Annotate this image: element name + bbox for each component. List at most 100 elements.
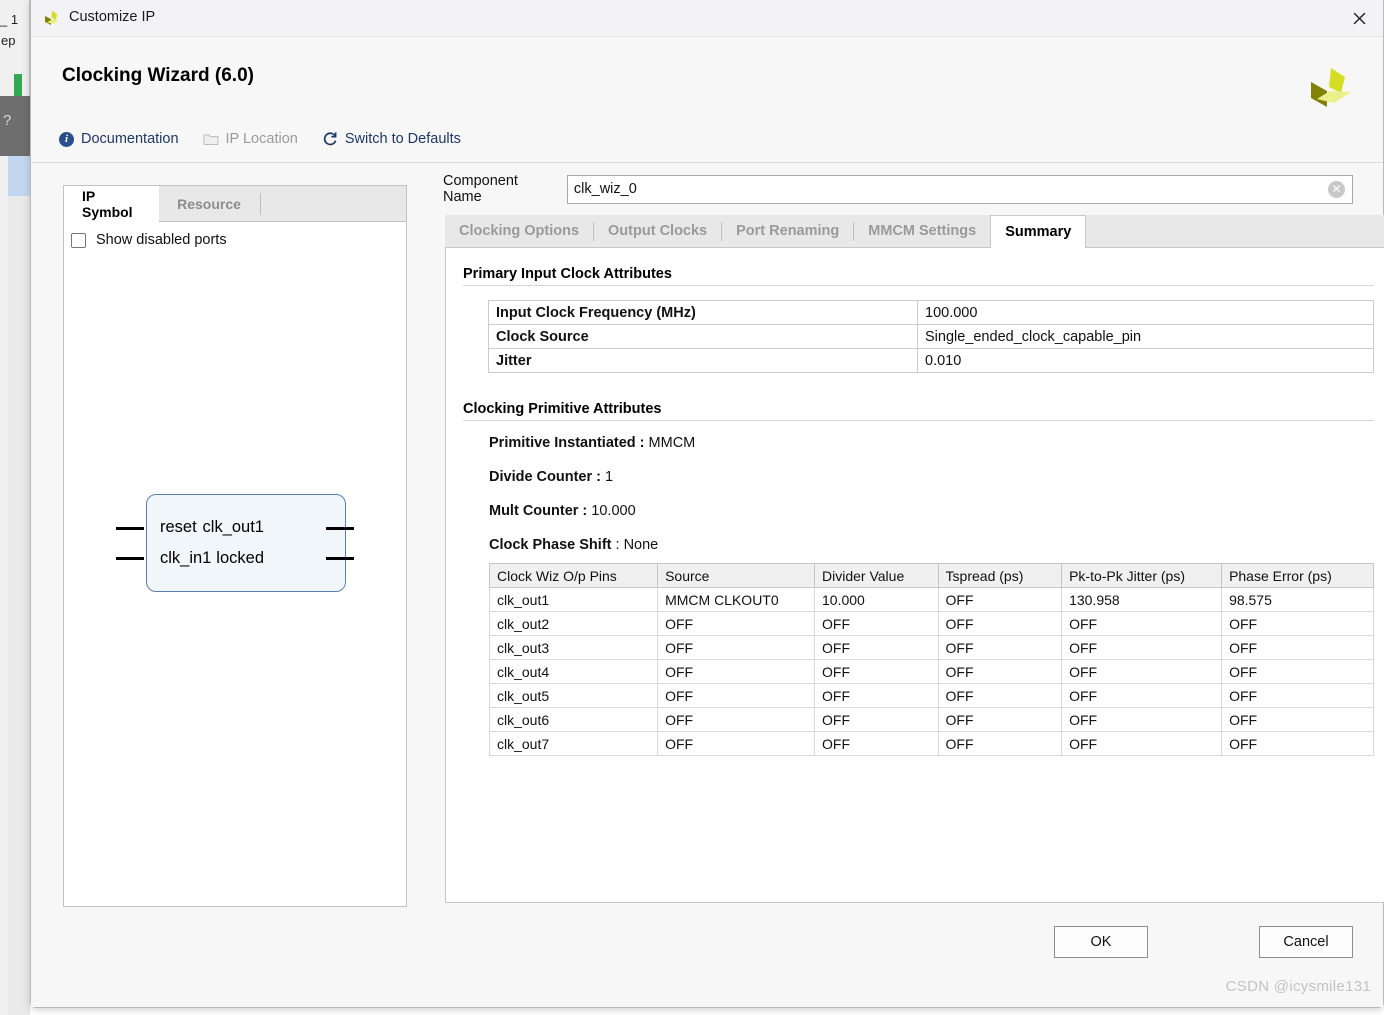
primary-input-clock-title: Primary Input Clock Attributes [463, 266, 672, 282]
summary-content: Primary Input Clock Attributes Input Clo… [445, 248, 1384, 903]
port-label-locked: locked [216, 549, 264, 567]
table-row: clk_out2 OFF OFF OFF OFF OFF [488, 611, 1374, 636]
show-disabled-ports-checkbox[interactable]: Show disabled ports [71, 232, 227, 248]
cell: OFF [814, 659, 939, 684]
documentation-label: Documentation [81, 131, 179, 147]
cell: clk_out4 [488, 659, 659, 684]
kv-value: MMCM [648, 435, 696, 451]
cell: OFF [1061, 635, 1223, 660]
tab-output-clocks[interactable]: Output Clocks [594, 215, 721, 247]
row-value: 100.000 [917, 300, 1374, 325]
ip-symbol-tabbar: IP Symbol Resource [64, 186, 406, 222]
kv-key: Clock Phase Shift [489, 537, 612, 553]
cell: OFF [657, 635, 816, 660]
cell: clk_out2 [488, 611, 659, 636]
col-header-clock-wiz-op-pins: Clock Wiz O/p Pins [488, 563, 659, 588]
pin-clk-out1-wire [326, 527, 354, 530]
section-divider [463, 285, 1374, 286]
background-green-indicator [14, 74, 22, 96]
cell: clk_out7 [488, 731, 659, 756]
row-key: Clock Source [488, 324, 918, 349]
dialog-footer: OK Cancel CSDN @icysmile131 [31, 907, 1383, 1007]
symbol-block [146, 494, 346, 592]
background-left-panel: _ 1 ep ? [0, 0, 30, 1015]
tab-summary-label: Summary [1005, 224, 1072, 240]
tab-resource[interactable]: Resource [159, 186, 259, 222]
col-header-pk-to-pk-jitter: Pk-to-Pk Jitter (ps) [1061, 563, 1223, 588]
documentation-link[interactable]: i Documentation [59, 131, 179, 147]
cell: 98.575 [1221, 587, 1374, 612]
cell: OFF [937, 635, 1063, 660]
port-label-reset: reset [160, 518, 197, 536]
cancel-button[interactable]: Cancel [1259, 926, 1353, 958]
cell: OFF [657, 731, 816, 756]
switch-to-defaults-link[interactable]: Switch to Defaults [322, 131, 461, 147]
xilinx-brand-logo-icon [1305, 62, 1359, 116]
tab-ip-symbol-label: IP Symbol [82, 187, 133, 220]
clear-circle-icon[interactable]: ✕ [1328, 180, 1345, 198]
table-row: Jitter 0.010 [488, 348, 1374, 373]
clocking-primitive-title: Clocking Primitive Attributes [463, 401, 662, 417]
cell: OFF [1061, 659, 1223, 684]
background-lower-strip [8, 196, 30, 1015]
tab-port-renaming-label: Port Renaming [736, 223, 840, 239]
header-toolbar: i Documentation IP Location Switch to De… [59, 131, 485, 147]
col-header-divider-value: Divider Value [814, 563, 939, 588]
cell: OFF [937, 707, 1063, 732]
tab-clocking-options-label: Clocking Options [459, 223, 580, 239]
cell: OFF [1061, 611, 1223, 636]
primary-input-clock-table: Input Clock Frequency (MHz) 100.000 Cloc… [488, 300, 1374, 373]
cell: OFF [657, 659, 816, 684]
checkbox-box[interactable] [71, 232, 86, 248]
component-name-label: Component Name [443, 173, 518, 205]
customize-ip-dialog: Customize IP Clocking Wizard (6.0) i Doc… [30, 0, 1384, 1008]
col-header-tspread: Tspread (ps) [937, 563, 1063, 588]
table-row: Input Clock Frequency (MHz) 100.000 [488, 300, 1374, 325]
tab-mmcm-settings[interactable]: MMCM Settings [854, 215, 990, 247]
primary-input-clock-section: Primary Input Clock Attributes Input Clo… [463, 266, 1374, 373]
ok-button[interactable]: OK [1054, 926, 1148, 958]
cell: OFF [814, 635, 939, 660]
col-header-source: Source [657, 563, 816, 588]
component-name-row: Component Name ✕ [443, 173, 1353, 205]
show-disabled-ports-label: Show disabled ports [96, 232, 227, 248]
cell: OFF [937, 659, 1063, 684]
row-value: 0.010 [917, 348, 1374, 373]
dialog-body: IP Symbol Resource Show disabled ports r… [31, 163, 1384, 945]
dialog-header: Clocking Wizard (6.0) i Documentation IP… [31, 37, 1383, 163]
cell: OFF [657, 707, 816, 732]
tab-mmcm-settings-label: MMCM Settings [868, 223, 977, 239]
clocking-primitive-section: Clocking Primitive Attributes Primitive … [463, 401, 1374, 756]
kv-key: Primitive Instantiated : [489, 435, 645, 451]
table-row: clk_out7 OFF OFF OFF OFF OFF [488, 731, 1374, 756]
component-name-field[interactable]: ✕ [566, 174, 1353, 204]
ip-location-link[interactable]: IP Location [203, 131, 298, 147]
table-row: clk_out4 OFF OFF OFF OFF OFF [488, 659, 1374, 684]
cell: OFF [1061, 707, 1223, 732]
component-name-input[interactable] [567, 175, 1352, 203]
kv-clock-phase-shift: Clock Phase Shift : None [489, 537, 1374, 553]
kv-divide-counter: Divide Counter : 1 [489, 469, 1374, 485]
pin-locked-wire [326, 557, 354, 560]
tab-port-renaming[interactable]: Port Renaming [722, 215, 853, 247]
cell: OFF [937, 731, 1063, 756]
kv-value: 10.000 [591, 503, 636, 519]
port-label-clk-in1: clk_in1 [160, 549, 212, 567]
pin-clk-in1-wire [116, 557, 144, 560]
tab-output-clocks-label: Output Clocks [608, 223, 708, 239]
cell: OFF [1221, 707, 1374, 732]
switch-to-defaults-label: Switch to Defaults [344, 131, 461, 147]
background-fragment-side: ep [1, 33, 16, 48]
cell: MMCM CLKOUT0 [657, 587, 816, 612]
background-selection-strip [8, 156, 30, 196]
tab-ip-symbol[interactable]: IP Symbol [64, 186, 159, 222]
tab-summary[interactable]: Summary [990, 215, 1087, 248]
cell: 10.000 [814, 587, 939, 612]
tab-clocking-options[interactable]: Clocking Options [445, 215, 593, 247]
close-icon[interactable] [1335, 0, 1383, 36]
cell: clk_out6 [488, 707, 659, 732]
info-icon: i [59, 131, 74, 147]
page-title: Clocking Wizard (6.0) [62, 65, 254, 86]
row-key: Jitter [488, 348, 918, 373]
xilinx-logo-icon [43, 9, 63, 29]
